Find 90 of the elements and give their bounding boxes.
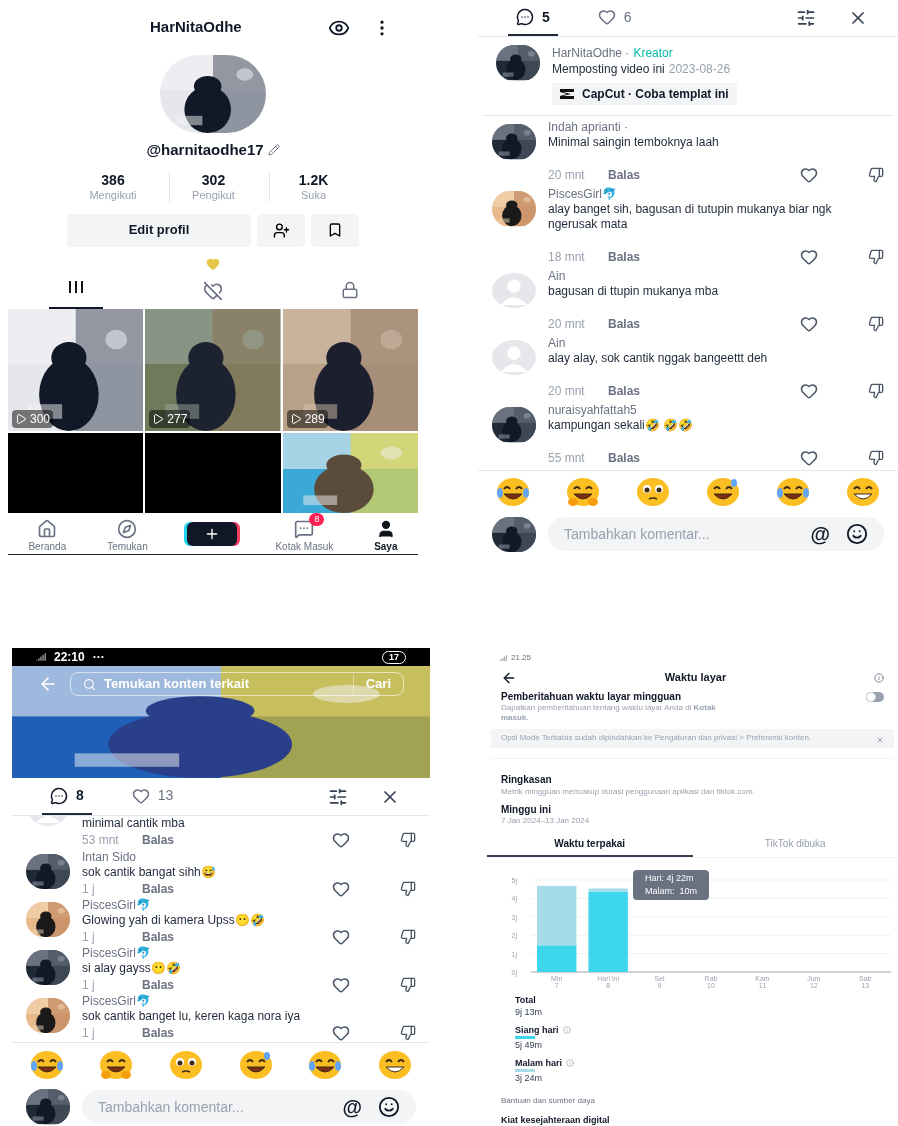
stat-label: Pengikut [192, 187, 235, 202]
status-dots: ··· [92, 649, 105, 666]
reply-link[interactable]: Balas [142, 831, 175, 849]
comment-text: alay banget sih, bagusan di tutupin mukanya biar ngk ngerusak mata [548, 202, 833, 233]
legend-label: Malam hari [515, 1057, 563, 1069]
view-count: 277 [167, 411, 188, 428]
nav-item[interactable]: 8 Kotak Masuk [273, 513, 336, 554]
reply-link[interactable]: Balas [142, 880, 175, 898]
comment-time: 53 mnt [82, 832, 120, 849]
reply-link[interactable]: Balas [142, 928, 175, 946]
legend-value: 3j 24m [515, 1072, 543, 1084]
comment-text: sok cantik banget lu, keren kaga nora iya [82, 1009, 302, 1024]
comment-author[interactable]: Indah aprianti · [548, 120, 884, 136]
comment-author[interactable]: Ain [548, 269, 884, 285]
mention-button[interactable]: @ [342, 1092, 362, 1122]
comments-tab[interactable]: 5 [508, 0, 558, 37]
comment-author[interactable]: PiscesGirl🐬 [548, 187, 884, 203]
stat-value: 302 [201, 171, 226, 188]
stat-label: Mengikuti [89, 187, 137, 202]
reply-link[interactable]: Balas [608, 166, 641, 185]
total-label: Total [515, 994, 537, 1006]
comment-time: 20 mnt [548, 383, 586, 401]
metric-tab[interactable]: Waktu terpakai [487, 832, 693, 857]
help-link[interactable]: Bantuan dan sumber daya [487, 1096, 898, 1106]
creator-role-label: Kreator [633, 45, 673, 62]
comment-author[interactable]: PiscesGirl🐬 [82, 946, 416, 961]
comment-time: 55 mnt [548, 450, 586, 468]
stat-value: 1.2K [298, 171, 329, 188]
comment-author[interactable]: Ain [548, 336, 884, 352]
likes-tab[interactable]: 6 [589, 0, 640, 37]
total-value: 9j 13m [515, 1006, 543, 1018]
nav-item[interactable]: Saya [372, 513, 400, 554]
reply-link[interactable]: Balas [608, 248, 641, 267]
comment-time: 20 mnt [548, 167, 586, 185]
comment-time: 18 mnt [548, 249, 586, 267]
comment-time: 1 j [82, 929, 96, 946]
comment-text: minimal cantik mba [82, 816, 186, 831]
reply-link[interactable]: Balas [608, 382, 641, 401]
status-time: 22:10 [54, 649, 85, 666]
reply-link[interactable]: Balas [142, 1024, 175, 1042]
comment-author[interactable]: PiscesGirl🐬 [82, 898, 416, 913]
comment-text: alay alay, sok cantik nggak bangeettt deh [548, 351, 769, 367]
notification-badge: 8 [309, 513, 325, 526]
comment-input[interactable]: Tambahkan komentar... @ [548, 517, 884, 552]
comment-time: 1 j [82, 1025, 96, 1042]
comment-author[interactable]: nuraisyahfattah5 [548, 403, 884, 419]
nav-item[interactable]: Beranda [26, 513, 69, 554]
likes-tab[interactable]: 13 [123, 778, 182, 815]
stat-label: Suka [300, 187, 327, 202]
creator-name[interactable]: HarNitaOdhe · [552, 45, 630, 62]
comment-author[interactable]: PiscesGirl🐬 [82, 994, 416, 1009]
comment-text: kampungan sekali🤣 🤣🤣 [548, 418, 695, 434]
profile-title: HarNitaOdhe [150, 17, 242, 38]
comment-time: 1 j [82, 977, 96, 994]
chart-tooltip: Hari: 4j 22m Malam: 10m [633, 870, 709, 900]
comment-text: Minimal saingin temboknya laah [548, 135, 720, 151]
banner-text: Opsi Mode Terbatas sudah dipindahkan ke Pengaturan dan privasi > Preferensi konten. [501, 733, 813, 744]
section-description: Metrik mingguan mencakup durasi penggunaan aplikasi dan tiktok.com. [500, 786, 756, 798]
week-range: 7 Jan 2024–13 Jan 2024 [500, 816, 591, 826]
metric-tab[interactable]: TikTok dibuka [692, 832, 898, 857]
post-note: Memposting video ini [552, 61, 665, 78]
page-title: Waktu layar [663, 670, 728, 686]
comment-time: 20 mnt [548, 316, 586, 334]
comment-text: Glowing yah di kamera Upss😶🤣 [82, 913, 266, 928]
reply-link[interactable]: Balas [608, 449, 641, 468]
nav-item[interactable]: Temukan [105, 513, 150, 554]
profile-handle: @harnitaodhe17 [146, 140, 264, 161]
comment-text: sok cantik bangat sihh😅 [82, 865, 217, 880]
section-title: Ringkasan [500, 773, 553, 786]
stat-value: 386 [101, 171, 125, 188]
template-chip[interactable]: CapCut · Coba templat ini [552, 83, 737, 106]
comment-time: 1 j [82, 881, 96, 898]
comment-text: bagusan di ttupin mukanya mba [548, 284, 720, 300]
view-count: 289 [304, 411, 325, 428]
reply-link[interactable]: Balas [142, 976, 175, 994]
view-count: 300 [30, 411, 51, 428]
reply-link[interactable]: Balas [608, 315, 641, 334]
comment-text: si alay gayss😶🤣 [82, 961, 182, 976]
tips-heading: Kiat kesejahteraan digital [500, 1114, 611, 1126]
setting-description: Dapatkan pemberitahuan tentang waktu layar Anda di Kotak masuk. [501, 703, 717, 723]
post-date: 2023-08-26 [668, 61, 731, 78]
comment-input[interactable]: Tambahkan komentar... @ [82, 1090, 416, 1124]
setting-title: Pemberitahuan waktu layar mingguan [501, 690, 683, 703]
legend-label: Siang hari [515, 1024, 559, 1036]
status-time: 21.25 [511, 651, 532, 664]
comment-author[interactable]: Intan Sido [82, 850, 416, 865]
mention-button[interactable]: @ [810, 519, 830, 550]
week-title: Minggu ini [500, 804, 552, 816]
edit-profile-button[interactable]: Edit profil [67, 213, 251, 247]
legend-value: 5j 49m [515, 1039, 543, 1051]
